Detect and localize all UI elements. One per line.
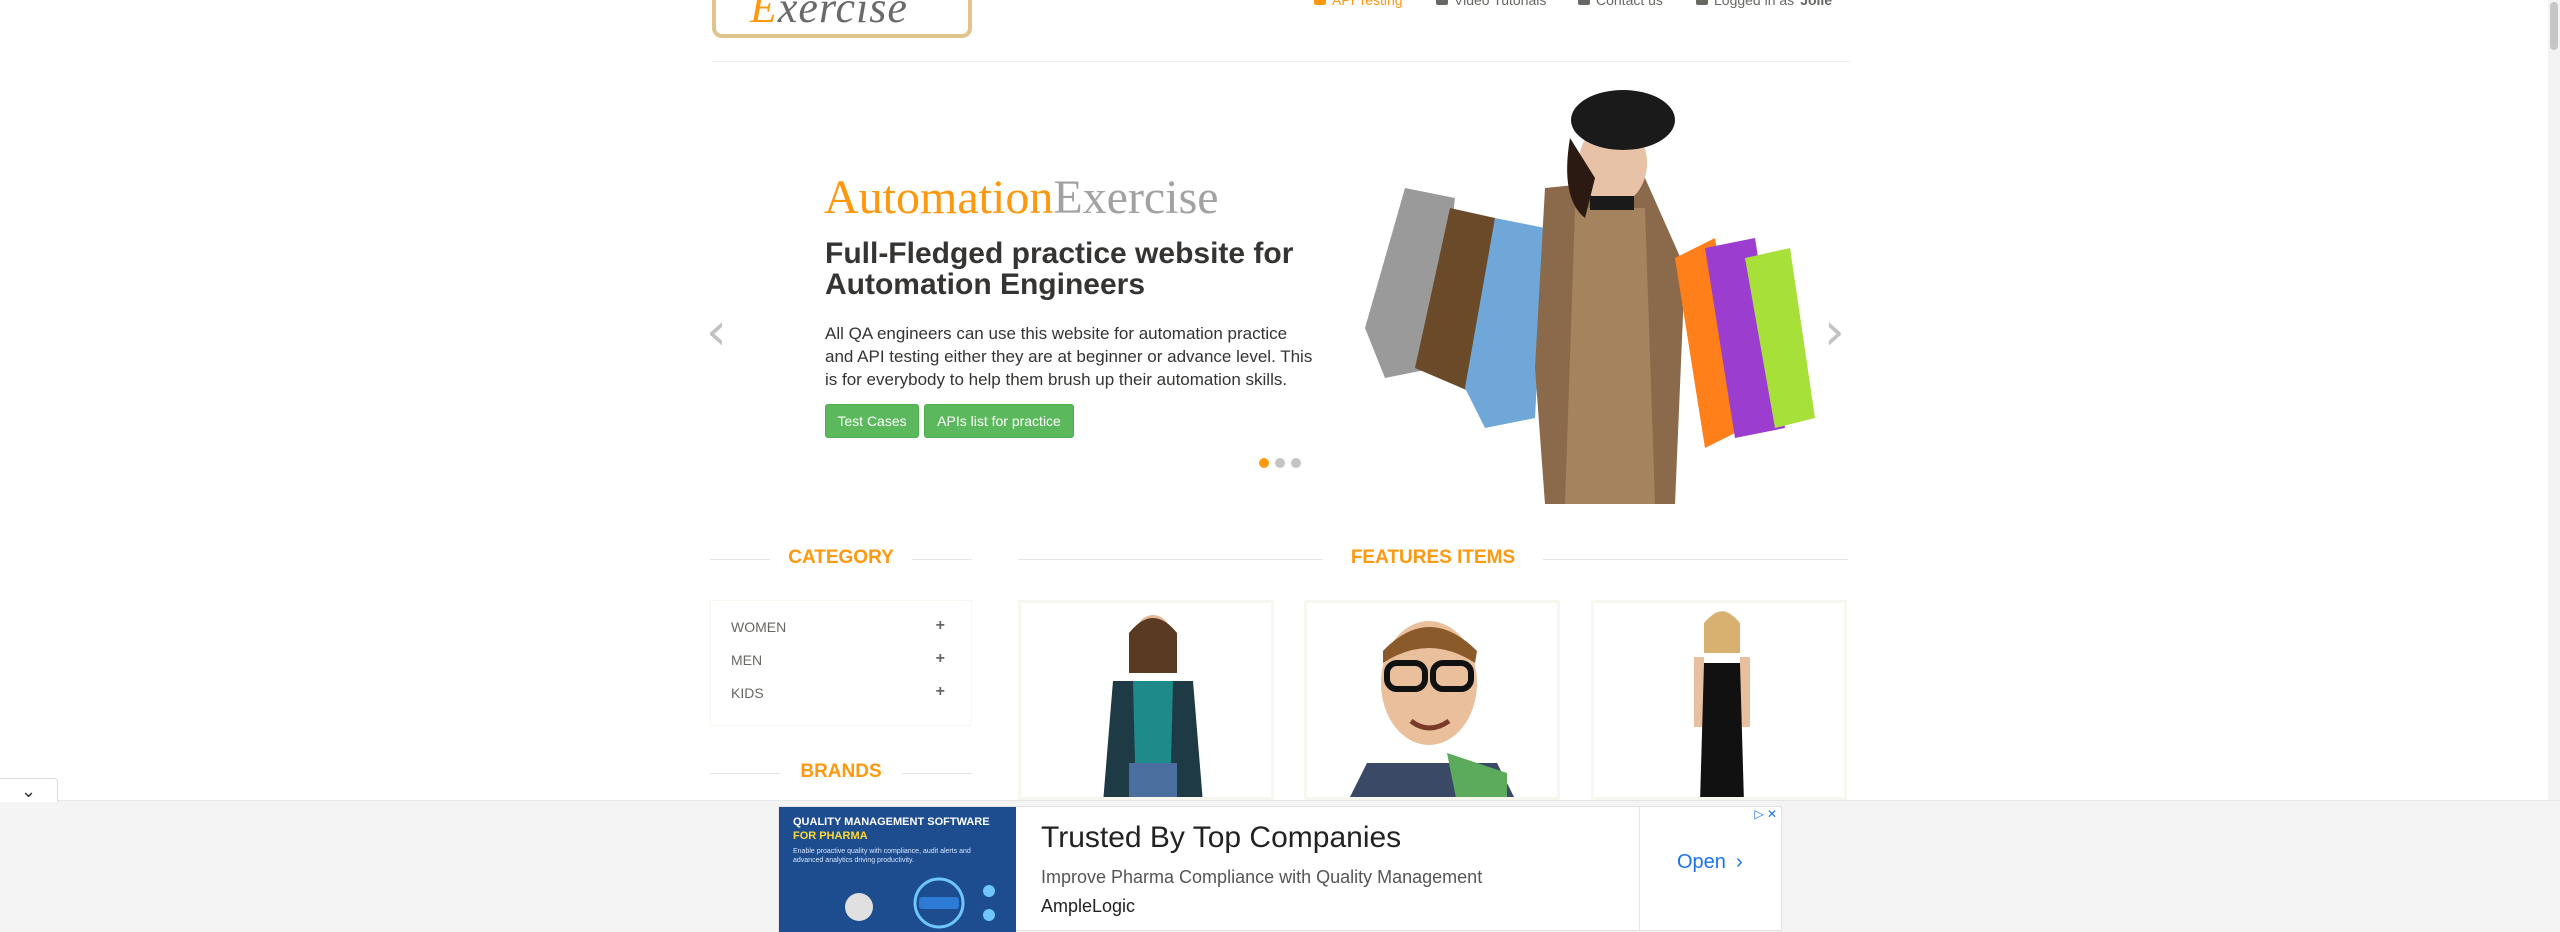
category-women[interactable]: WOMEN bbox=[731, 619, 786, 635]
product-card[interactable] bbox=[1018, 600, 1274, 800]
category-men[interactable]: MEN bbox=[731, 652, 762, 668]
features-title-line bbox=[1018, 559, 1323, 560]
category-kids[interactable]: KIDS bbox=[731, 685, 764, 701]
product-image-woman-black-dress bbox=[1694, 611, 1750, 797]
header-divider bbox=[712, 61, 1850, 62]
ad-advertiser: AmpleLogic bbox=[1041, 896, 1136, 916]
carousel-description: All QA engineers can use this website fo… bbox=[825, 324, 1313, 389]
product-card[interactable] bbox=[1591, 600, 1847, 800]
page-scrollbar-thumb[interactable] bbox=[2550, 2, 2558, 50]
logo-text: Exercise bbox=[750, 0, 908, 32]
video-icon bbox=[1436, 0, 1448, 5]
ad-collapse-toggle[interactable]: ⌄ bbox=[0, 778, 58, 802]
apis-list-button[interactable]: APIs list for practice bbox=[924, 404, 1074, 438]
carousel-indicator-2[interactable] bbox=[1275, 458, 1285, 468]
ad-divider bbox=[1639, 807, 1640, 932]
logged-in-username: Jolie bbox=[1800, 0, 1833, 8]
category-title: CATEGORY bbox=[788, 547, 894, 568]
nav-logged-in: Logged in as Jolie bbox=[1696, 0, 1832, 8]
carousel-indicator-1[interactable] bbox=[1259, 458, 1269, 468]
ad-headline[interactable]: Trusted By Top Companies bbox=[1041, 821, 1401, 855]
brands-title-line bbox=[902, 773, 972, 774]
category-title-line bbox=[710, 559, 770, 560]
ad-open-button[interactable]: Open › bbox=[1677, 851, 1743, 874]
envelope-icon bbox=[1578, 0, 1590, 5]
category-title-line bbox=[912, 559, 972, 560]
product-image-man-polo bbox=[1350, 621, 1514, 797]
ad-description: Improve Pharma Compliance with Quality M… bbox=[1041, 867, 1483, 887]
chevron-right-icon: › bbox=[1735, 851, 1743, 873]
plus-icon[interactable]: + bbox=[936, 617, 945, 635]
features-title: FEATURES ITEMS bbox=[1350, 547, 1516, 568]
brands-title-line bbox=[710, 773, 780, 774]
page-scrollbar[interactable] bbox=[2548, 0, 2560, 931]
nav-video-tutorials[interactable]: Video Tutorials bbox=[1436, 0, 1546, 8]
product-image-woman-cardigan bbox=[1103, 615, 1203, 797]
ad-image-title: QUALITY MANAGEMENT SOFTWARE FOR PHARMA bbox=[793, 816, 990, 842]
brands-title: BRANDS bbox=[800, 761, 882, 782]
carousel-prev-arrow[interactable]: ‹ bbox=[706, 302, 727, 362]
ad-choices-icon[interactable]: ▷ ✕ bbox=[1754, 807, 1777, 821]
nav-contact-us[interactable]: Contact us bbox=[1578, 0, 1663, 8]
plus-icon[interactable]: + bbox=[936, 683, 945, 701]
site-logo[interactable]: Exercise bbox=[712, 0, 972, 38]
product-card[interactable] bbox=[1304, 600, 1560, 800]
plus-icon[interactable]: + bbox=[936, 650, 945, 668]
hero-girl-shopping-image bbox=[1365, 90, 1815, 504]
nav-api-testing[interactable]: API Testing bbox=[1314, 0, 1403, 8]
scarf bbox=[1590, 196, 1634, 210]
category-panel: WOMEN + MEN + KIDS + bbox=[710, 600, 972, 726]
ad-image-caption: Enable proactive quality with compliance… bbox=[793, 848, 971, 864]
carousel-heading: Full-Fledged practice website for Automa… bbox=[825, 237, 1294, 301]
hat bbox=[1571, 90, 1675, 150]
ad-image[interactable]: QUALITY MANAGEMENT SOFTWARE FOR PHARMA En… bbox=[779, 807, 1016, 932]
test-cases-button[interactable]: Test Cases bbox=[825, 404, 919, 438]
features-title-line bbox=[1543, 559, 1848, 560]
user-icon bbox=[1696, 0, 1708, 5]
ad-image-graphic bbox=[845, 877, 995, 929]
carousel-brand-title: AutomationExercise bbox=[824, 171, 1219, 224]
coat-front bbox=[1565, 208, 1655, 504]
carousel-indicator-3[interactable] bbox=[1291, 458, 1301, 468]
list-icon bbox=[1314, 0, 1326, 5]
ad-banner[interactable]: QUALITY MANAGEMENT SOFTWARE FOR PHARMA En… bbox=[778, 806, 1782, 932]
